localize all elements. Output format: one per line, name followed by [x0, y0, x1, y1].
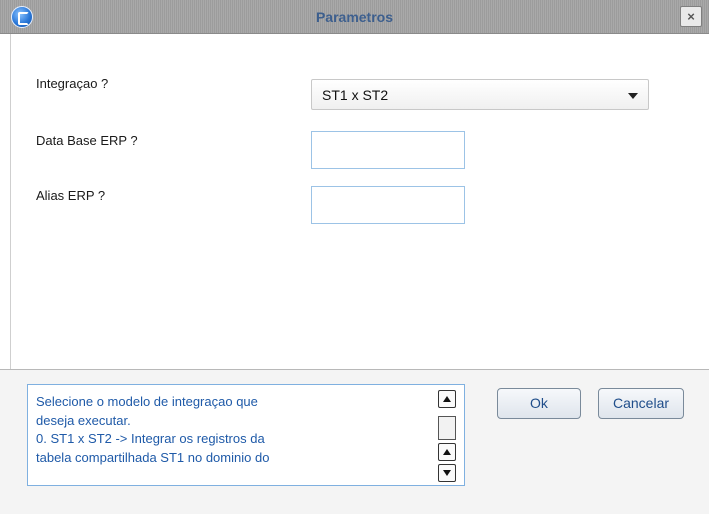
- scroll-page-up-button[interactable]: [438, 443, 456, 461]
- alias-erp-field[interactable]: [311, 186, 465, 224]
- arrow-down-icon: [443, 470, 451, 476]
- integracao-select-value: ST1 x ST2: [322, 87, 389, 103]
- chevron-down-icon[interactable]: [628, 93, 638, 99]
- alias-erp-label: Alias ERP ?: [36, 188, 106, 203]
- scrollbar-thumb[interactable]: [438, 416, 456, 440]
- arrow-up-icon: [443, 396, 451, 402]
- integracao-label: Integraçao ?: [36, 76, 109, 91]
- scroll-down-button[interactable]: [438, 464, 456, 482]
- cancel-button[interactable]: Cancelar: [598, 388, 684, 419]
- parameters-panel: Integraçao ? ST1 x ST2 Data Base ERP ? A…: [10, 34, 709, 369]
- parametros-dialog: Parametros × Integraçao ? ST1 x ST2 Data…: [0, 0, 709, 514]
- window-title: Parametros: [315, 9, 394, 25]
- arrow-up-icon: [443, 449, 451, 455]
- help-text-box[interactable]: Selecione o modelo de integraçao que des…: [27, 384, 465, 486]
- close-button[interactable]: ×: [680, 6, 702, 27]
- integracao-select[interactable]: ST1 x ST2: [311, 79, 649, 110]
- data-base-erp-field[interactable]: [311, 131, 465, 169]
- title-bar[interactable]: Parametros ×: [0, 0, 709, 34]
- data-base-erp-label: Data Base ERP ?: [36, 133, 138, 148]
- ok-button[interactable]: Ok: [497, 388, 581, 419]
- help-text: Selecione o modelo de integraçao que des…: [36, 394, 270, 465]
- scroll-up-button[interactable]: [438, 390, 456, 408]
